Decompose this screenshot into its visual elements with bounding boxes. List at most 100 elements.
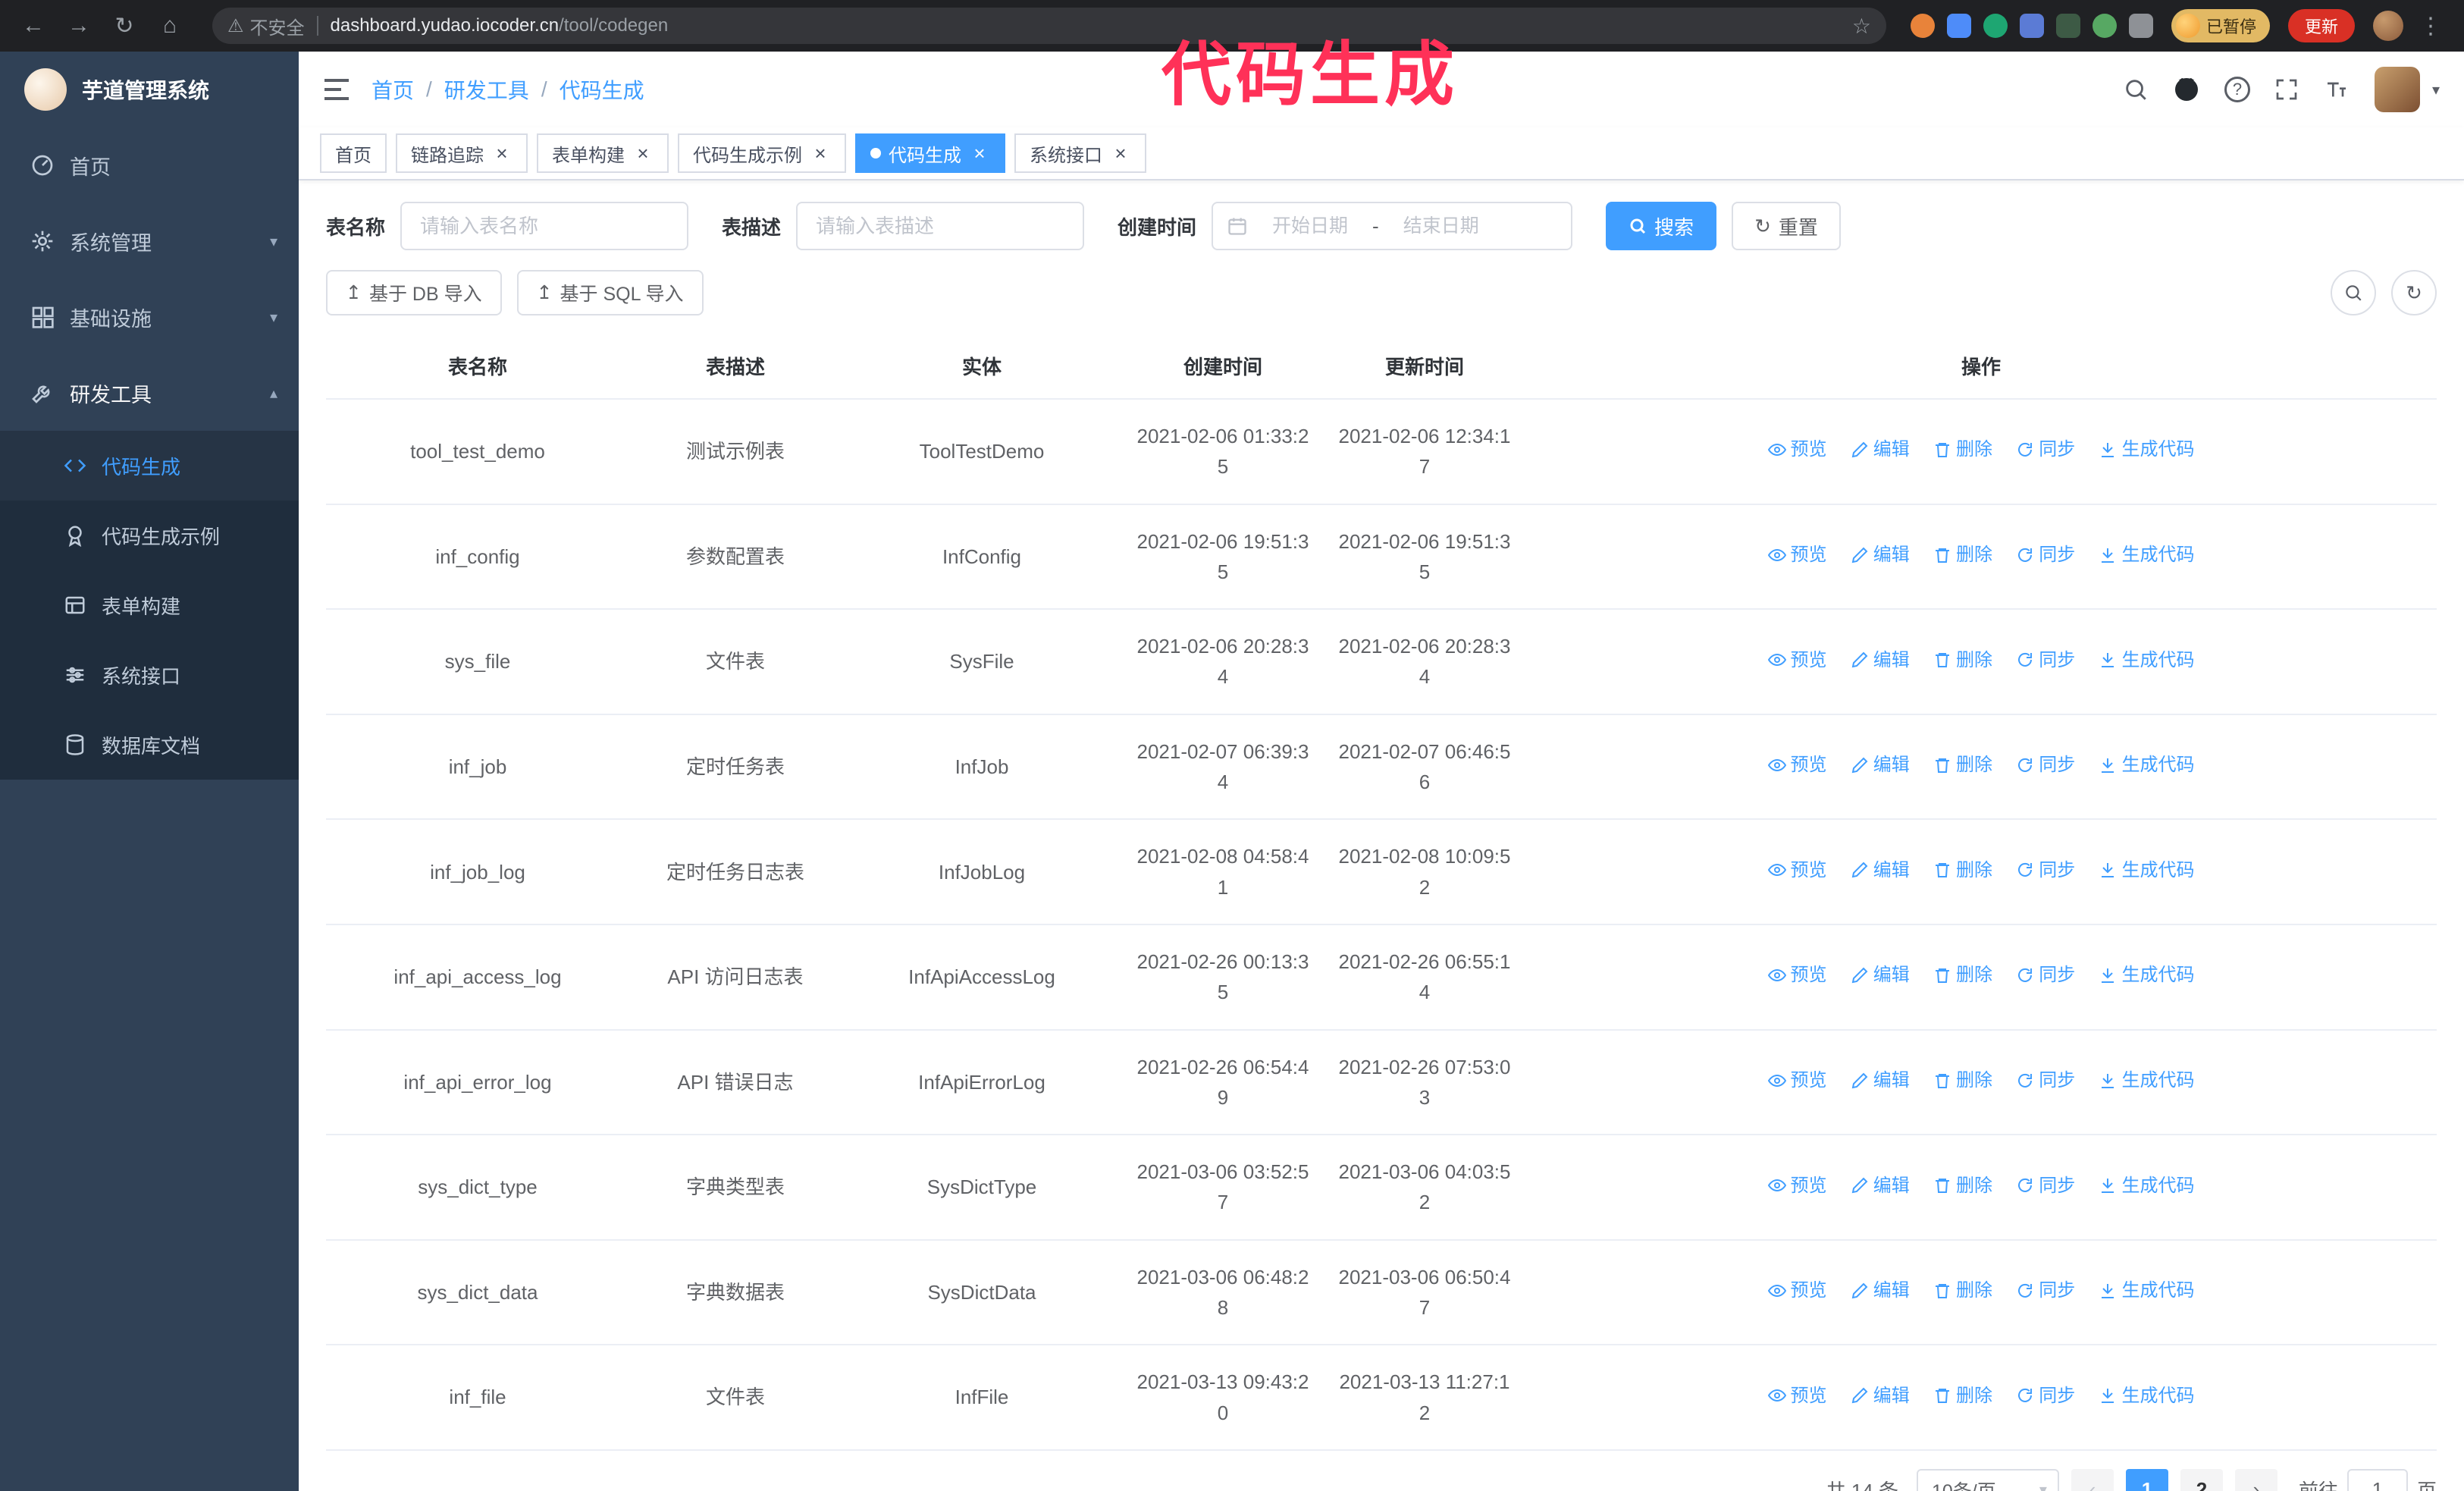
preview-link[interactable]: 预览 [1767, 435, 1827, 463]
extension-icon-blue-drop[interactable] [1946, 14, 1971, 38]
sidebar-item-form-builder[interactable]: 表单构建 [0, 570, 299, 640]
generate-code-link[interactable]: 生成代码 [2099, 1066, 2194, 1094]
edit-link[interactable]: 编辑 [1851, 646, 1910, 674]
bookmark-star-icon[interactable]: ☆ [1852, 14, 1871, 39]
preview-link[interactable]: 预览 [1767, 1382, 1827, 1410]
sidebar-item-system-api[interactable]: 系统接口 [0, 640, 299, 710]
end-date-input[interactable] [1384, 215, 1497, 237]
breadcrumb-dev-tools[interactable]: 研发工具 [444, 74, 529, 105]
home-icon[interactable]: ⌂ [152, 8, 188, 44]
sync-link[interactable]: 同步 [2016, 856, 2075, 884]
tab-code-generation[interactable]: 代码生成 × [855, 133, 1005, 173]
delete-link[interactable]: 删除 [1933, 961, 1992, 989]
close-icon[interactable]: × [1110, 143, 1131, 164]
preview-link[interactable]: 预览 [1767, 961, 1827, 989]
edit-link[interactable]: 编辑 [1851, 1172, 1910, 1200]
sync-link[interactable]: 同步 [2016, 1382, 2075, 1410]
tab-home[interactable]: 首页 [320, 133, 387, 173]
browser-profile-avatar[interactable] [2373, 11, 2403, 41]
delete-link[interactable]: 删除 [1933, 856, 1992, 884]
delete-link[interactable]: 删除 [1933, 1276, 1992, 1304]
preview-link[interactable]: 预览 [1767, 856, 1827, 884]
edit-link[interactable]: 编辑 [1851, 751, 1910, 779]
table-desc-input[interactable] [796, 202, 1085, 250]
sync-link[interactable]: 同步 [2016, 961, 2075, 989]
extension-icon-leaf[interactable] [2092, 14, 2117, 38]
generate-code-link[interactable]: 生成代码 [2099, 856, 2194, 884]
preview-link[interactable]: 预览 [1767, 751, 1827, 779]
fullscreen-icon[interactable] [2274, 77, 2299, 102]
date-range-picker[interactable]: - [1212, 202, 1573, 250]
extension-icon-green-v[interactable] [1983, 14, 2008, 38]
sync-link[interactable]: 同步 [2016, 1066, 2075, 1094]
sidebar-item-code-generation[interactable]: 代码生成 [0, 431, 299, 501]
close-icon[interactable]: × [969, 143, 990, 164]
sidebar-item-dev-tools[interactable]: 研发工具 ▴ [0, 355, 299, 431]
sync-link[interactable]: 同步 [2016, 1172, 2075, 1200]
extension-icon-dark[interactable] [2055, 14, 2080, 38]
sync-link[interactable]: 同步 [2016, 435, 2075, 463]
preview-link[interactable]: 预览 [1767, 541, 1827, 569]
sync-link[interactable]: 同步 [2016, 646, 2075, 674]
preview-link[interactable]: 预览 [1767, 1276, 1827, 1304]
start-date-input[interactable] [1254, 215, 1367, 237]
sidebar-item-system-management[interactable]: 系统管理 ▾ [0, 203, 299, 279]
extension-icon-blue-grid[interactable] [2019, 14, 2044, 38]
reset-button[interactable]: ↻ 重置 [1732, 202, 1841, 250]
page-2-button[interactable]: 2 [2180, 1468, 2223, 1491]
tab-codegen-example[interactable]: 代码生成示例 × [678, 133, 846, 173]
preview-link[interactable]: 预览 [1767, 646, 1827, 674]
page-size-select[interactable]: 10条/页 ▾ [1916, 1468, 2059, 1491]
back-icon[interactable]: ← [15, 8, 52, 44]
delete-link[interactable]: 删除 [1933, 435, 1992, 463]
toggle-search-button[interactable] [2331, 270, 2376, 315]
next-page-button[interactable]: › [2234, 1468, 2277, 1491]
reload-icon[interactable]: ↻ [106, 8, 143, 44]
delete-link[interactable]: 删除 [1933, 541, 1992, 569]
edit-link[interactable]: 编辑 [1851, 541, 1910, 569]
sync-link[interactable]: 同步 [2016, 1276, 2075, 1304]
user-avatar[interactable] [2374, 67, 2420, 112]
font-size-icon[interactable] [2323, 77, 2350, 102]
edit-link[interactable]: 编辑 [1851, 1066, 1910, 1094]
extensions-puzzle-icon[interactable] [2128, 14, 2153, 38]
close-icon[interactable]: × [810, 143, 831, 164]
search-button[interactable]: 搜索 [1606, 202, 1717, 250]
close-icon[interactable]: × [491, 143, 513, 164]
prev-page-button[interactable]: ‹ [2071, 1468, 2114, 1491]
sidebar-item-codegen-example[interactable]: 代码生成示例 [0, 501, 299, 570]
sidebar-item-home[interactable]: 首页 [0, 127, 299, 203]
edit-link[interactable]: 编辑 [1851, 856, 1910, 884]
sync-link[interactable]: 同步 [2016, 541, 2075, 569]
sync-link[interactable]: 同步 [2016, 751, 2075, 779]
generate-code-link[interactable]: 生成代码 [2099, 1382, 2194, 1410]
delete-link[interactable]: 删除 [1933, 1066, 1992, 1094]
edit-link[interactable]: 编辑 [1851, 435, 1910, 463]
delete-link[interactable]: 删除 [1933, 646, 1992, 674]
edit-link[interactable]: 编辑 [1851, 961, 1910, 989]
close-icon[interactable]: × [632, 143, 654, 164]
generate-code-link[interactable]: 生成代码 [2099, 961, 2194, 989]
browser-menu-icon[interactable]: ⋮ [2412, 8, 2449, 44]
hamburger-icon[interactable] [323, 78, 350, 101]
tab-form-builder[interactable]: 表单构建 × [537, 133, 669, 173]
security-label[interactable]: 不安全 [250, 13, 305, 39]
edit-link[interactable]: 编辑 [1851, 1382, 1910, 1410]
generate-code-link[interactable]: 生成代码 [2099, 541, 2194, 569]
chrome-update-button[interactable]: 更新 [2287, 9, 2355, 42]
url-bar[interactable]: ⚠ 不安全 dashboard.yudao.iocoder.cn /tool/c… [212, 8, 1886, 44]
refresh-table-button[interactable]: ↻ [2391, 270, 2437, 315]
import-sql-button[interactable]: ↥ 基于 SQL 导入 [516, 270, 704, 315]
tab-system-api[interactable]: 系统接口 × [1014, 133, 1146, 173]
page-1-button[interactable]: 1 [2125, 1468, 2168, 1491]
search-icon[interactable] [2123, 77, 2149, 102]
table-name-input[interactable] [400, 202, 689, 250]
delete-link[interactable]: 删除 [1933, 751, 1992, 779]
generate-code-link[interactable]: 生成代码 [2099, 751, 2194, 779]
tab-trace[interactable]: 链路追踪 × [396, 133, 528, 173]
extension-icon-orange[interactable] [1910, 14, 1935, 38]
delete-link[interactable]: 删除 [1933, 1172, 1992, 1200]
generate-code-link[interactable]: 生成代码 [2099, 1172, 2194, 1200]
sync-paused-badge[interactable]: 已暂停 [2171, 9, 2270, 42]
generate-code-link[interactable]: 生成代码 [2099, 646, 2194, 674]
